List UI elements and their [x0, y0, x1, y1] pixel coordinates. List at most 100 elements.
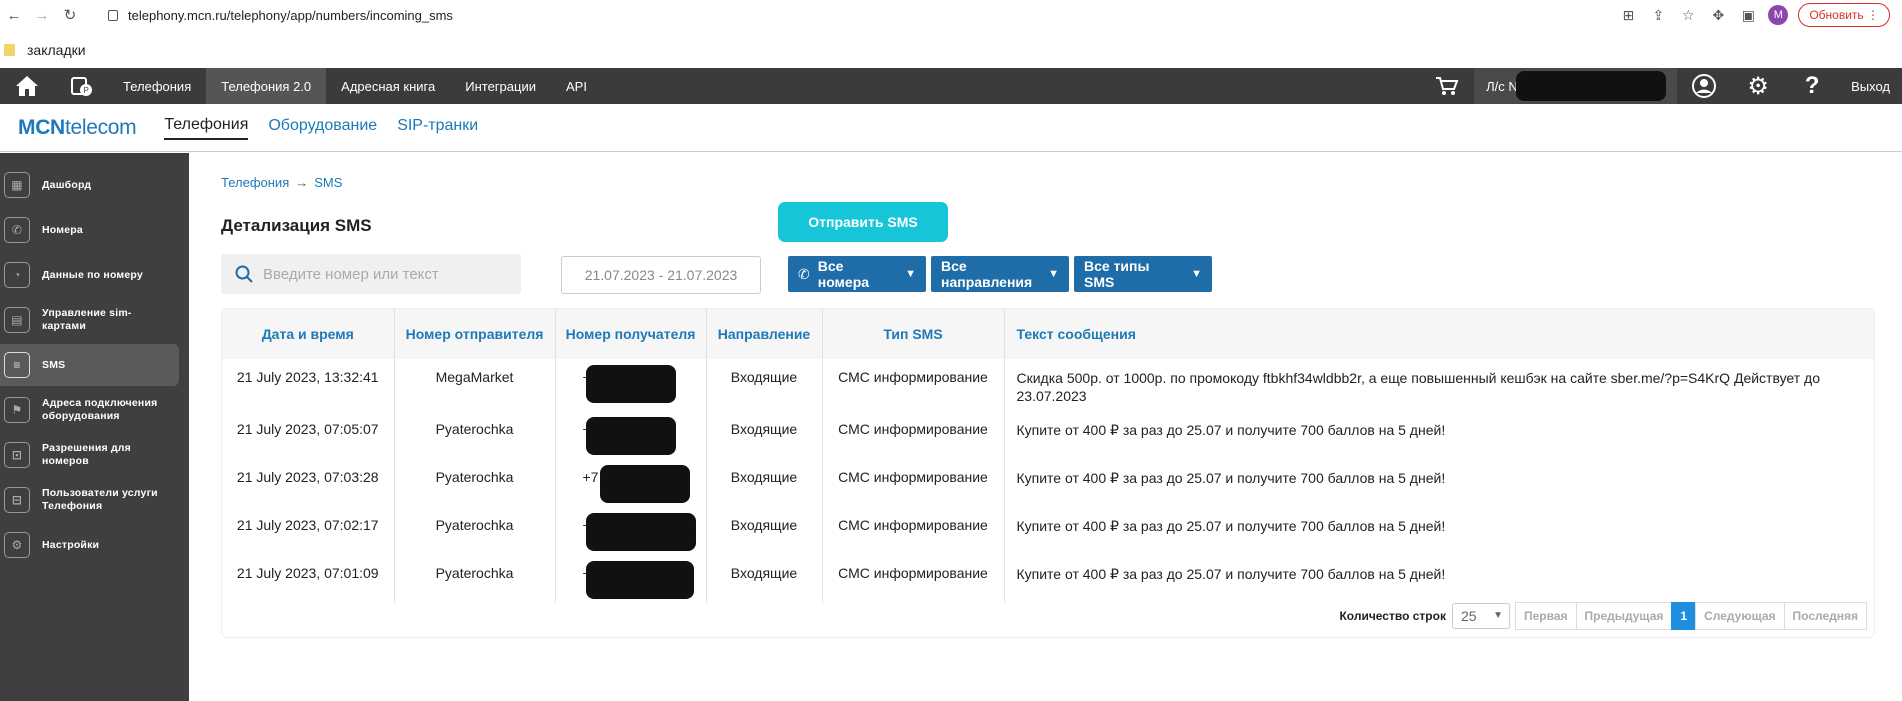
sidebar-item-label: Разрешения для номеров [42, 442, 131, 467]
sidebar-item-permissions[interactable]: ⊡ Разрешения для номеров [0, 434, 189, 476]
bookmarks-folder[interactable]: закладки [27, 42, 86, 58]
cell-text: Купите от 400 ₽ за раз до 25.07 и получи… [1016, 518, 1446, 534]
sidebar-item-label: Данные по номеру [42, 268, 143, 281]
sidebar-item-users[interactable]: ⊟ Пользователи услуги Телефония [0, 479, 189, 521]
star-icon[interactable]: ☆ [1678, 7, 1698, 24]
side-panel-icon[interactable]: ▣ [1738, 7, 1758, 24]
column-header-sender[interactable]: Номер отправителя [394, 309, 556, 359]
brand-rest: telecom [64, 115, 137, 139]
forward-icon[interactable]: → [28, 7, 56, 24]
rows-per-page-select[interactable]: 25 ▼ [1451, 602, 1510, 629]
directions-filter-dropdown[interactable]: Все направления ▼ [931, 256, 1069, 292]
table-header-row: Дата и время Номер отправителя Номер пол… [222, 309, 1874, 359]
cell-direction: Входящие [706, 459, 823, 507]
sidebar-item-dashboard[interactable]: ▦ Дашборд [0, 164, 189, 206]
sidebar-item-label: Пользователи услуги Телефония [42, 487, 158, 512]
subtab-equipment[interactable]: Оборудование [268, 117, 377, 139]
cart-icon[interactable] [1420, 68, 1474, 104]
sidebar-item-label: Управление sim-картами [42, 307, 132, 332]
topnav-api[interactable]: API [551, 68, 602, 104]
sidebar-item-addresses[interactable]: ⚑ Адреса подключения оборудования [0, 389, 189, 431]
dashboard-icon: ▦ [4, 172, 30, 198]
cell-text: Скидка 500р. от 1000р. по промокоду ftbk… [1016, 370, 1821, 404]
update-label: Обновить [1809, 8, 1864, 22]
address-icon: ⚑ [4, 397, 30, 423]
main-content: Телефония → SMS Детализация SMS Отправит… [189, 153, 1902, 701]
browser-toolbar: ← → ↻ telephony.mcn.ru/telephony/app/num… [0, 0, 1902, 30]
column-header-type[interactable]: Тип SMS [822, 309, 1005, 359]
sidebar-item-settings[interactable]: ⚙ Настройки [0, 524, 189, 566]
next-page-button[interactable]: Следующая [1695, 601, 1785, 630]
cell-receiver: + [555, 359, 707, 411]
help-icon[interactable]: ? [1785, 68, 1839, 104]
back-icon[interactable]: ← [0, 7, 28, 24]
account-label: Л/с N [1486, 78, 1518, 94]
topnav-telephony-2[interactable]: Телефония 2.0 [206, 68, 327, 104]
sidebar-item-label: Дашборд [42, 178, 92, 191]
topnav-integrations[interactable]: Интеграции [450, 68, 551, 104]
address-bar[interactable]: telephony.mcn.ru/telephony/app/numbers/i… [108, 3, 1608, 27]
search-icon [235, 265, 253, 283]
subtab-telephony[interactable]: Телефония [164, 116, 249, 140]
sidebar-item-number-data[interactable]: ◔ Данные по номеру [0, 254, 189, 296]
last-page-button[interactable]: Последняя [1783, 601, 1867, 630]
redacted-number [599, 465, 690, 503]
column-header-direction[interactable]: Направление [706, 309, 823, 359]
previous-page-button[interactable]: Предыдущая [1575, 601, 1673, 630]
cell-datetime: 21 July 2023, 13:32:41 [222, 359, 395, 411]
cell-datetime: 21 July 2023, 07:03:28 [222, 459, 395, 507]
brand-logo[interactable]: MCNtelecom [18, 115, 137, 140]
cell-sender: MegaMarket [394, 359, 556, 411]
number-data-icon: ◔ [4, 262, 30, 288]
cell-datetime: 21 July 2023, 07:05:07 [222, 411, 395, 459]
first-page-button[interactable]: Первая [1514, 601, 1577, 630]
send-sms-button[interactable]: Отправить SMS [778, 202, 948, 242]
breadcrumb: Телефония → SMS [221, 175, 342, 190]
table-row: 21 July 2023, 13:32:41 MegaMarket + Вход… [222, 359, 1874, 411]
topnav-telephony[interactable]: Телефония [108, 68, 206, 104]
gear-icon[interactable]: ⚙ [1731, 68, 1785, 104]
page-1-button[interactable]: 1 [1671, 601, 1697, 630]
svg-text:Р: Р [84, 86, 89, 95]
column-header-receiver[interactable]: Номер получателя [555, 309, 707, 359]
date-range-picker[interactable]: 21.07.2023 - 21.07.2023 [561, 256, 761, 294]
topbar-right: Л/с N ⚙ ? Выход [1420, 68, 1902, 104]
profile-avatar[interactable]: M [1768, 5, 1789, 25]
numbers-filter-dropdown[interactable]: ✆ Все номера ▼ [788, 256, 926, 292]
subtab-sip-trunks[interactable]: SIP-транки [397, 117, 478, 139]
sidebar-item-sms[interactable]: ≡ SMS [0, 344, 179, 386]
redacted-number [585, 365, 676, 403]
translate-icon[interactable]: ⊞ [1618, 7, 1638, 24]
table-row: 21 July 2023, 07:05:07 Pyaterochka + Вхо… [222, 411, 1874, 459]
chevron-down-icon: ▼ [905, 268, 916, 280]
share-icon[interactable]: ⇪ [1648, 7, 1668, 24]
sidebar-item-numbers[interactable]: ✆ Номера [0, 209, 189, 251]
redacted-number [585, 513, 696, 551]
extensions-icon[interactable]: ✥ [1708, 7, 1728, 24]
table-row: 21 July 2023, 07:02:17 Pyaterochka + Вхо… [222, 507, 1874, 555]
sms-icon: ≡ [4, 352, 30, 378]
reload-icon[interactable]: ↻ [56, 6, 84, 24]
sidebar-item-label: SMS [42, 358, 66, 371]
topnav-address-book[interactable]: Адресная книга [326, 68, 450, 104]
billing-icon[interactable]: Р [54, 68, 108, 104]
types-filter-dropdown[interactable]: Все типы SMS ▼ [1074, 256, 1212, 292]
phone-icon: ✆ [798, 265, 810, 282]
search-input[interactable] [263, 265, 503, 283]
column-header-datetime[interactable]: Дата и время [222, 309, 395, 359]
column-header-text[interactable]: Текст сообщения [1004, 309, 1874, 359]
logout-link[interactable]: Выход [1839, 79, 1902, 94]
table-row: 21 July 2023, 07:03:28 Pyaterochka +7 Вх… [222, 459, 1874, 507]
sidebar-item-sim-cards[interactable]: ▤ Управление sim-картами [0, 299, 189, 341]
browser-actions: ⊞ ⇪ ☆ ✥ ▣ M Обновить ⋮ [1618, 3, 1890, 27]
update-button[interactable]: Обновить ⋮ [1798, 3, 1890, 27]
chevron-down-icon: ▼ [1493, 610, 1503, 621]
folder-icon [4, 44, 15, 56]
user-profile-icon[interactable] [1677, 68, 1731, 104]
sidebar: ▦ Дашборд ✆ Номера ◔ Данные по номеру ▤ … [0, 153, 189, 701]
account-selector[interactable]: Л/с N [1474, 68, 1678, 104]
breadcrumb-telephony[interactable]: Телефония [221, 175, 289, 190]
rows-per-page-value: 25 [1460, 607, 1477, 624]
home-icon[interactable] [0, 68, 54, 104]
directions-filter-label: Все направления [941, 258, 1033, 290]
